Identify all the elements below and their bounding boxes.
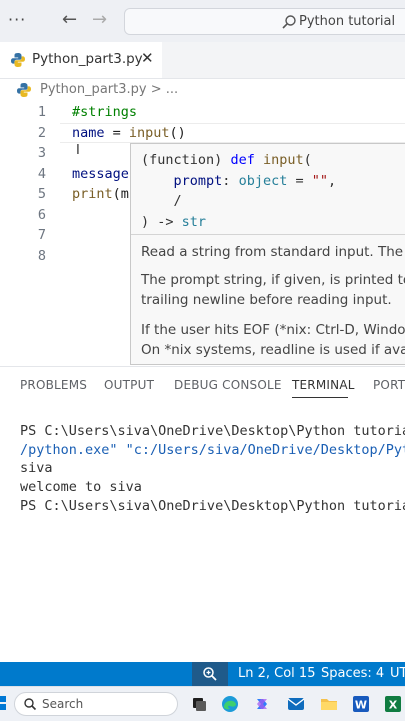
mail-icon[interactable] xyxy=(287,695,305,713)
breadcrumb-file-label: Python_part3.py xyxy=(40,82,147,97)
encoding-status[interactable]: UT xyxy=(390,666,405,681)
zoom-status-item[interactable] xyxy=(192,662,228,686)
indentation-status[interactable]: Spaces: 4 xyxy=(321,666,384,681)
hover-doc-line: trailing newline before reading input. xyxy=(141,292,392,308)
hover-doc-line: Read a string from standard input. The t xyxy=(141,244,405,260)
tab-output[interactable]: OUTPUT xyxy=(104,378,154,392)
edge-icon[interactable] xyxy=(221,695,239,713)
code-token-var: name xyxy=(72,124,105,141)
svg-text:X: X xyxy=(389,699,398,712)
sig-token: ( xyxy=(141,152,150,168)
title-bar: ··· ← → Python tutorial xyxy=(0,0,405,42)
sig-token: ) xyxy=(214,152,231,168)
sig-token: ) -> xyxy=(141,213,182,230)
code-line-4: message xyxy=(72,165,129,182)
menu-icon[interactable]: ··· xyxy=(8,10,26,29)
code-token-rest: (m xyxy=(112,186,129,202)
word-icon[interactable]: W xyxy=(352,695,370,713)
breadcrumb-more[interactable]: > ... xyxy=(151,82,178,97)
code-token-paren: () xyxy=(169,124,186,141)
terminal-line: welcome to siva xyxy=(20,479,142,495)
bottom-panel: PROBLEMS OUTPUT DEBUG CONSOLE TERMINAL P… xyxy=(0,366,405,663)
sig-kind: function xyxy=(149,152,215,168)
terminal-line: PS C:\Users\siva\OneDrive\Desktop\Python… xyxy=(20,423,405,439)
active-tab-indicator xyxy=(292,397,348,398)
taskbar-search-placeholder: Search xyxy=(42,697,84,711)
forward-arrow-icon[interactable]: → xyxy=(92,9,107,30)
hover-signature: (function) def input( prompt: object = "… xyxy=(141,150,336,232)
sig-function-name: input xyxy=(262,152,304,168)
excel-icon[interactable]: X xyxy=(384,695,402,713)
python-file-icon xyxy=(17,83,31,97)
code-line-2: name = input() xyxy=(72,125,186,141)
terminal-line: /python.exe" "c:/Users/siva/OneDrive/Des… xyxy=(20,442,405,458)
cursor-position[interactable]: Ln 2, Col 15 xyxy=(238,666,315,681)
code-line-5: print(m xyxy=(72,186,129,202)
search-icon xyxy=(282,15,296,29)
back-arrow-icon[interactable]: ← xyxy=(62,9,77,30)
tab-problems[interactable]: PROBLEMS xyxy=(20,378,87,392)
sig-param-type: object xyxy=(238,172,288,189)
hover-doc-line: If the user hits EOF (*nix: Ctrl-D, Wind… xyxy=(141,322,405,338)
line-number: 6 xyxy=(37,206,46,223)
sig-token: : xyxy=(222,172,239,189)
code-token-fn: print xyxy=(72,186,113,202)
line-number: 1 xyxy=(37,104,46,120)
tab-debug-console[interactable]: DEBUG CONSOLE xyxy=(174,378,282,392)
sig-indent xyxy=(141,193,174,209)
copilot-icon[interactable] xyxy=(253,695,271,713)
windows-taskbar: Search W X xyxy=(0,686,405,721)
line-number: 3 xyxy=(37,145,46,161)
sig-default: "" xyxy=(311,172,328,189)
line-number: 7 xyxy=(37,227,46,243)
tab-python-part3[interactable]: Python_part3.py ✕ xyxy=(0,42,162,78)
status-bar: Ln 2, Col 15 Spaces: 4 UT xyxy=(0,662,405,686)
line-number: 8 xyxy=(37,247,46,264)
hover-divider xyxy=(131,234,405,235)
editor-tab-bar: Python_part3.py ✕ xyxy=(0,42,405,79)
command-center[interactable]: Python tutorial xyxy=(124,8,405,35)
i-beam-cursor-icon: I xyxy=(76,143,80,158)
line-number: 5 xyxy=(37,186,46,202)
hover-tooltip: (function) def input( prompt: object = "… xyxy=(130,143,405,365)
sig-token: = xyxy=(287,172,312,189)
python-file-icon xyxy=(11,53,25,67)
svg-text:W: W xyxy=(355,699,367,712)
sig-def-keyword: def xyxy=(230,152,255,168)
hover-doc-line: The prompt string, if given, is printed … xyxy=(141,272,405,288)
close-icon[interactable]: ✕ xyxy=(141,49,154,67)
breadcrumb-file[interactable]: Python_part3.py > ... xyxy=(40,82,178,97)
breadcrumb: Python_part3.py > ... xyxy=(0,78,405,102)
hover-doc-line: On *nix systems, readline is used if ava… xyxy=(141,342,405,358)
code-token-fn: input xyxy=(128,124,170,141)
zoom-in-icon xyxy=(203,667,217,681)
tab-label: Python_part3.py xyxy=(32,51,143,67)
taskbar-search[interactable]: Search xyxy=(14,692,178,716)
file-explorer-icon[interactable] xyxy=(320,695,338,713)
windows-start-icon[interactable] xyxy=(0,695,8,711)
line-number: 4 xyxy=(37,165,46,182)
sig-slash: / xyxy=(173,193,182,209)
search-icon xyxy=(24,698,37,711)
sig-token: , xyxy=(328,172,337,189)
terminal-line: PS C:\Users\siva\OneDrive\Desktop\Python… xyxy=(20,498,405,514)
tab-terminal[interactable]: TERMINAL xyxy=(292,378,355,392)
terminal-line: siva xyxy=(20,460,53,476)
sig-return-type: str xyxy=(181,213,207,230)
tab-ports[interactable]: PORTS xyxy=(373,378,405,392)
code-token-op: = xyxy=(104,124,129,141)
sig-param: prompt xyxy=(173,172,223,189)
line-number: 2 xyxy=(37,124,46,141)
command-center-text: Python tutorial xyxy=(299,14,396,29)
sig-token: ( xyxy=(303,152,312,168)
code-line-1: #strings xyxy=(72,104,138,120)
sig-indent xyxy=(141,173,174,189)
task-view-icon[interactable] xyxy=(190,695,208,713)
